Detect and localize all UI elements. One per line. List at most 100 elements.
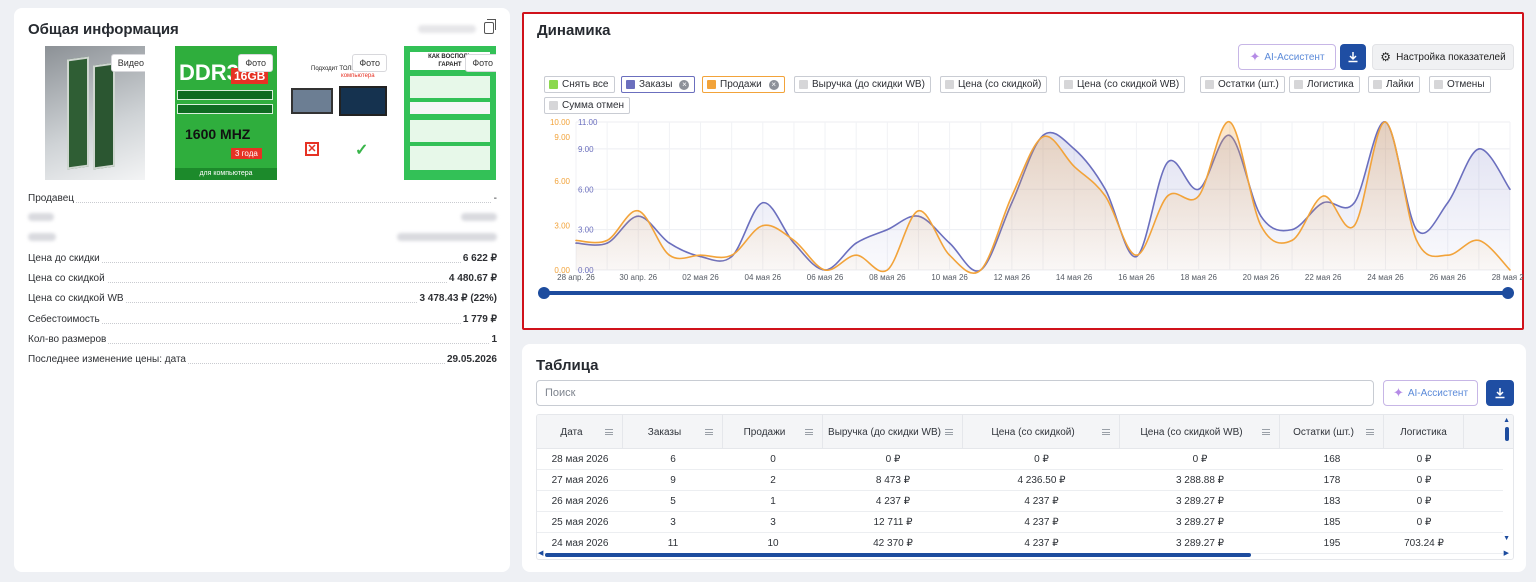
scroll-left-icon[interactable]: ◀	[538, 549, 543, 557]
sparkle-icon: ✦	[1392, 385, 1404, 400]
data-point	[1260, 224, 1262, 227]
table-row[interactable]: 25 мая 2026 3 3 12 711 ₽ 4 237 ₽ 3 289.27 ₽ 18…	[537, 512, 1503, 533]
dynamics-chart[interactable]: 0.003.006.009.0010.000.003.006.009.0011.…	[524, 14, 1524, 328]
data-point	[1166, 161, 1169, 164]
general-info-title: Общая информация	[28, 21, 179, 38]
table-row[interactable]: 26 мая 2026 5 1 4 237 ₽ 4 237 ₽ 3 289.27 ₽ 183…	[537, 491, 1503, 512]
data-point	[1446, 254, 1449, 256]
data-point	[1229, 121, 1231, 123]
data-point	[824, 269, 826, 271]
search-input[interactable]: Поиск	[536, 380, 1374, 406]
column-header[interactable]: Цена (со скидкой WB)	[1120, 415, 1280, 449]
table-row[interactable]: 27 мая 2026 9 2 8 473 ₽ 4 236.50 ₽ 3 288.88 ₽…	[537, 470, 1503, 491]
column-menu-icon[interactable]	[1366, 429, 1374, 435]
data-point	[1197, 195, 1200, 197]
column-header[interactable]: Выручка (до скидки WB)	[823, 415, 963, 449]
data-point	[730, 254, 733, 256]
table-row[interactable]: 28 мая 2026 6 0 0 ₽ 0 ₽ 0 ₽ 168 0 ₽	[537, 449, 1503, 470]
table-cell: 1	[770, 496, 776, 507]
detail-label: Цена со скидкой	[28, 273, 107, 284]
column-header[interactable]: Логистика	[1384, 415, 1464, 449]
column-menu-icon[interactable]	[705, 429, 713, 435]
detail-value: 4 480.67 ₽	[446, 273, 497, 284]
data-point	[1291, 239, 1293, 242]
detail-row-cost: Себестоимость 1 779 ₽	[28, 314, 497, 330]
horizontal-scrollbar[interactable]	[545, 553, 1251, 557]
column-menu-icon[interactable]	[605, 429, 613, 435]
y-left-tick-label: 9.00	[554, 133, 570, 142]
data-point	[1415, 228, 1418, 231]
column-menu-icon[interactable]	[805, 429, 813, 435]
scroll-down-icon[interactable]: ▼	[1503, 535, 1510, 542]
product-photo-1[interactable]: DDR3 16GB 1600 MHZ 3 года для компьютера…	[175, 46, 277, 180]
x-tick-label: 18 мая 26	[1180, 273, 1217, 282]
data-point	[1104, 195, 1107, 197]
scroll-right-icon[interactable]: ▶	[1504, 549, 1509, 557]
product-photo-2[interactable]: Подходит ТОЛЬКО для компьютера ✕ ✓ Фото	[289, 46, 393, 180]
photo-text-warranty: 3 года	[231, 148, 262, 159]
photo-tag: Фото	[465, 54, 496, 72]
column-menu-icon[interactable]	[945, 429, 953, 435]
table-cell: 24 мая 2026	[551, 538, 609, 549]
data-point	[1011, 195, 1013, 197]
table-ai-assistant-button[interactable]: ✦ AI-Ассистент	[1383, 380, 1478, 406]
table-cell: 4 236.50 ₽	[1017, 475, 1066, 486]
data-point	[1353, 201, 1356, 204]
ai-assistant-label: AI-Ассистент	[1407, 387, 1469, 399]
data-point	[855, 254, 857, 256]
column-menu-icon[interactable]	[1262, 429, 1270, 435]
table-cell: 10	[767, 538, 779, 549]
product-photo-3[interactable]: КАК ВОСПОЛЬ ГАРАНТ Фото	[404, 46, 496, 180]
data-table: Дата Заказы Продажи Выручка (до скидки WB) Ц…	[536, 414, 1514, 560]
data-point	[1073, 165, 1075, 168]
table-cell: 0 ₽	[1416, 454, 1432, 465]
copy-icon[interactable]	[484, 19, 496, 34]
photo-tag: Фото	[352, 54, 387, 72]
column-header[interactable]: Продажи	[723, 415, 823, 449]
detail-value: 29.05.2026	[444, 354, 497, 365]
range-slider-end-handle[interactable]	[1502, 287, 1514, 299]
x-tick-label: 10 мая 26	[931, 273, 968, 282]
data-point	[1415, 239, 1418, 242]
data-point	[1197, 188, 1200, 191]
general-info-card: Общая информация Видео DDR3 16GB 1600 MH…	[14, 8, 510, 572]
table-cell: 3 288.88 ₽	[1175, 475, 1225, 486]
data-point	[886, 228, 889, 231]
table-cell: 185	[1323, 517, 1341, 528]
data-point	[886, 269, 889, 271]
table-cell: 26 мая 2026	[551, 496, 609, 507]
product-video-thumbnail[interactable]: Видео	[45, 46, 145, 180]
scroll-up-icon[interactable]: ▲	[1503, 417, 1510, 424]
table-download-button[interactable]	[1486, 380, 1514, 406]
data-point	[1104, 188, 1107, 191]
column-header[interactable]: Цена (со скидкой)	[963, 415, 1120, 449]
vertical-scrollbar[interactable]	[1505, 427, 1509, 441]
column-header-label: Дата	[560, 426, 583, 438]
range-slider-start-handle[interactable]	[538, 287, 550, 299]
data-point	[917, 210, 920, 212]
table-cell: 3 289.27 ₽	[1175, 538, 1225, 549]
column-header-label: Продажи	[743, 426, 786, 438]
data-point	[1446, 201, 1449, 204]
x-tick-label: 14 мая 26	[1056, 273, 1093, 282]
y-right-tick-label: 11.00	[578, 118, 598, 127]
detail-label: Последнее изменение цены: дата	[28, 354, 188, 365]
column-header[interactable]: Дата	[537, 415, 623, 449]
y-right-tick-label: 3.00	[578, 226, 594, 235]
column-menu-icon[interactable]	[1102, 429, 1110, 435]
x-tick-label: 12 мая 26	[994, 273, 1031, 282]
table-cell: 25 мая 2026	[551, 517, 609, 528]
blurred-value	[461, 213, 497, 222]
detail-label: Себестоимость	[28, 314, 102, 325]
table-cell: 3	[670, 517, 676, 528]
x-tick-label: 20 мая 26	[1243, 273, 1280, 282]
download-icon	[1495, 388, 1505, 399]
photo-text-ddr3: DDR3	[179, 60, 239, 85]
table-row[interactable]: 24 мая 2026 11 10 42 370 ₽ 4 237 ₽ 3 289.27 ₽…	[537, 533, 1503, 554]
table-header: Дата Заказы Продажи Выручка (до скидки WB) Ц…	[537, 415, 1513, 449]
data-point	[637, 210, 640, 212]
column-header[interactable]: Заказы	[623, 415, 723, 449]
column-header[interactable]: Остатки (шт.)	[1280, 415, 1384, 449]
table-cell: 703.24 ₽	[1404, 538, 1444, 549]
blurred-value	[397, 233, 497, 242]
